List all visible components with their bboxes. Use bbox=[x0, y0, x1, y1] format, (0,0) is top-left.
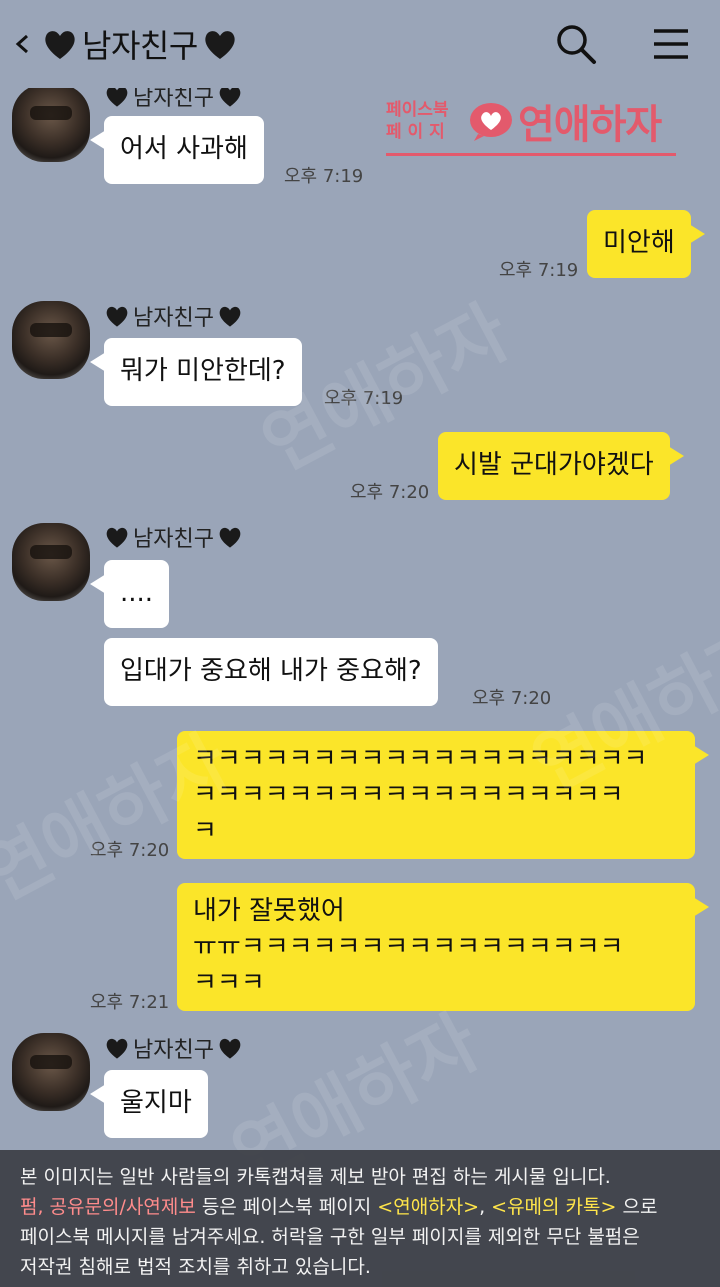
black-heart-icon bbox=[106, 1038, 128, 1059]
avatar[interactable] bbox=[12, 88, 90, 162]
page-name-highlight: <연애하자> bbox=[377, 1196, 480, 1218]
speech-heart-icon bbox=[470, 103, 512, 141]
message-bubble-incoming[interactable]: 뭐가 미안한데? bbox=[90, 338, 302, 406]
black-heart-icon bbox=[219, 527, 241, 548]
message-line: ㅋㅋㅋㅋㅋㅋㅋㅋㅋㅋㅋㅋㅋㅋㅋㅋㅋㅋ bbox=[193, 780, 624, 810]
disclaimer-line: 페이스북 메시지를 남겨주세요. 허락을 구한 일부 페이지를 제외한 무단 불… bbox=[20, 1226, 640, 1248]
chat-header: 남자친구 bbox=[0, 0, 720, 88]
message-time: 오후 7:19 bbox=[284, 166, 364, 187]
message-line: 내가 잘못했어 bbox=[193, 896, 345, 926]
sender-label: 남자친구 bbox=[104, 88, 243, 112]
message-bubble-outgoing[interactable]: 내가 잘못했어 ㅠㅠㅋㅋㅋㅋㅋㅋㅋㅋㅋㅋㅋㅋㅋㅋㅋㅋ ㅋㅋㅋ bbox=[177, 883, 709, 1011]
chevron-left-icon[interactable] bbox=[10, 24, 34, 64]
sender-name: 남자친구 bbox=[133, 527, 214, 552]
message-time: 오후 7:20 bbox=[90, 840, 170, 861]
black-heart-icon bbox=[45, 31, 75, 59]
black-heart-icon bbox=[219, 1038, 241, 1059]
avatar[interactable] bbox=[12, 1033, 90, 1111]
message-time: 오후 7:19 bbox=[499, 260, 579, 281]
black-heart-icon bbox=[219, 88, 241, 107]
message-bubble-incoming[interactable]: 울지마 bbox=[90, 1070, 208, 1138]
message-bubble-incoming[interactable]: .... bbox=[89, 560, 170, 628]
message-line: ㅋ bbox=[193, 816, 217, 846]
avatar[interactable] bbox=[12, 301, 90, 379]
sender-label: 남자친구 bbox=[104, 1032, 243, 1064]
message-bubble-incoming[interactable]: 입대가 중요해 내가 중요해? bbox=[104, 638, 438, 706]
black-heart-icon bbox=[106, 306, 128, 327]
disclaimer-line: 저작권 침해로 법적 조치를 취하고 있습니다. bbox=[20, 1256, 371, 1278]
sender-label: 남자친구 bbox=[104, 300, 243, 332]
hamburger-menu-icon[interactable] bbox=[652, 26, 690, 62]
sender-name: 남자친구 bbox=[133, 88, 214, 111]
chat-title: 남자친구 bbox=[42, 18, 238, 70]
message-bubble-outgoing[interactable]: 미안해 bbox=[587, 210, 705, 278]
page-logo-watermark: 페이스북 페 이 지 연애하자 bbox=[386, 88, 676, 156]
copyright-disclaimer: 본 이미지는 일반 사람들의 카톡캡쳐를 제보 받아 편집 하는 게시물 입니다… bbox=[0, 1150, 720, 1287]
message-time: 오후 7:19 bbox=[324, 388, 404, 409]
message-bubble-incoming[interactable]: 어서 사과해 bbox=[90, 116, 264, 184]
sender-label: 남자친구 bbox=[104, 521, 243, 553]
chat-title-text: 남자친구 bbox=[82, 27, 198, 65]
black-heart-icon bbox=[219, 306, 241, 327]
disclaimer-line: 펌, 공유문의/사연제보 등은 페이스북 페이지 <연애하자>, <유메의 카톡… bbox=[20, 1196, 658, 1218]
message-time: 오후 7:20 bbox=[472, 688, 552, 709]
logo-big-text: 연애하자 bbox=[518, 102, 662, 148]
logo-small-text: 페이스북 페 이 지 bbox=[386, 100, 449, 142]
message-bubble-outgoing[interactable]: ㅋㅋㅋㅋㅋㅋㅋㅋㅋㅋㅋㅋㅋㅋㅋㅋㅋㅋㅋ ㅋㅋㅋㅋㅋㅋㅋㅋㅋㅋㅋㅋㅋㅋㅋㅋㅋㅋ ㅋ bbox=[177, 731, 709, 859]
black-heart-icon bbox=[106, 527, 128, 548]
message-time: 오후 7:21 bbox=[90, 992, 170, 1013]
message-time: 오후 7:20 bbox=[350, 482, 430, 503]
message-line: ㅋㅋㅋㅋㅋㅋㅋㅋㅋㅋㅋㅋㅋㅋㅋㅋㅋㅋㅋ bbox=[193, 744, 648, 774]
black-heart-icon bbox=[205, 31, 235, 59]
sender-name: 남자친구 bbox=[133, 306, 214, 331]
page-name-highlight: <유메의 카톡> bbox=[491, 1196, 617, 1218]
black-heart-icon bbox=[106, 88, 128, 107]
message-line: ㅋㅋㅋ bbox=[193, 968, 265, 998]
message-bubble-outgoing[interactable]: 시발 군대가야겠다 bbox=[438, 432, 684, 500]
message-line: ㅠㅠㅋㅋㅋㅋㅋㅋㅋㅋㅋㅋㅋㅋㅋㅋㅋㅋ bbox=[193, 932, 624, 962]
sender-name: 남자친구 bbox=[133, 1038, 214, 1063]
chat-area[interactable]: 남자친구 어서 사과해 오후 7:19 미안해 오후 7:19 남자친구 뭐가 … bbox=[0, 88, 720, 1150]
search-icon[interactable] bbox=[554, 22, 598, 66]
contact-highlight: 펌, 공유문의/사연제보 bbox=[20, 1196, 196, 1218]
avatar[interactable] bbox=[12, 523, 90, 601]
disclaimer-line: 본 이미지는 일반 사람들의 카톡캡쳐를 제보 받아 편집 하는 게시물 입니다… bbox=[20, 1166, 611, 1188]
